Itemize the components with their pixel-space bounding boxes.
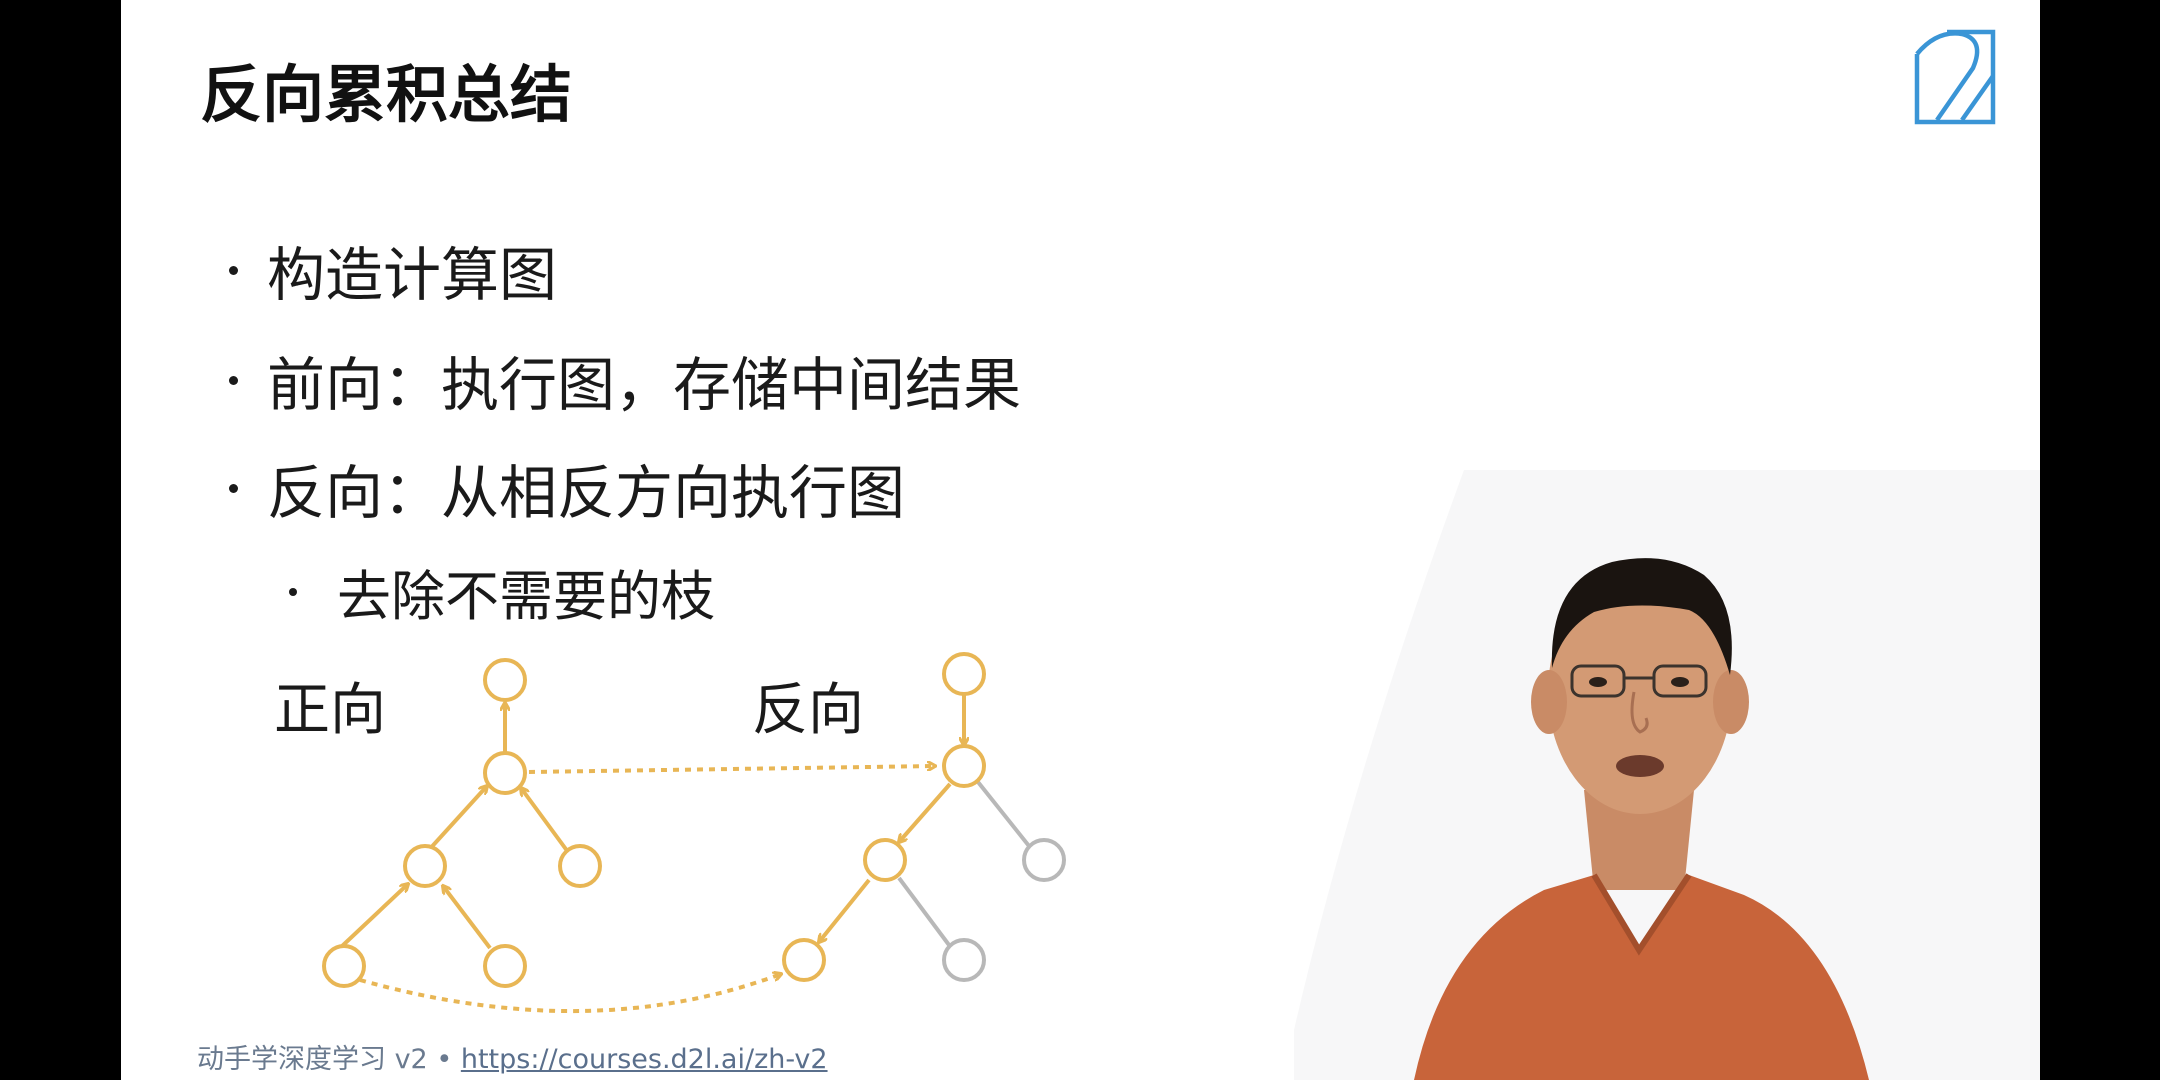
graph-node (558, 844, 602, 888)
backward-graph (819, 694, 1031, 947)
forward-dotted-edge (528, 766, 935, 774)
forward-edge (443, 886, 492, 950)
presenter-figure (1294, 470, 2040, 1080)
graph-node (942, 938, 986, 982)
backward-edge (819, 878, 871, 942)
pruned-edge (897, 876, 951, 947)
forward-dotted-edge (359, 974, 781, 1014)
graph-node (942, 652, 986, 696)
graph-node (782, 938, 826, 982)
graph-node (1022, 838, 1066, 882)
graph-node (483, 658, 527, 702)
pruned-edge (976, 780, 1031, 848)
forward-nodes (322, 658, 602, 988)
graph-node (863, 838, 907, 882)
course-link[interactable]: https://courses.d2l.ai/zh-v2 (461, 1044, 828, 1075)
forward-edge (338, 884, 408, 950)
graph-node (403, 844, 447, 888)
backward-edge (899, 782, 952, 842)
graph-node (942, 744, 986, 788)
slide-footer: 动手学深度学习 v2 • https://courses.d2l.ai/zh-v… (197, 1037, 828, 1076)
forward-edge (521, 788, 570, 854)
graph-node (322, 944, 366, 988)
presenter-video (1294, 470, 2040, 1080)
video-frame: 反向累积总结 构造计算图 前向：执行图，存储中间结果 反向：从相反方向执行图 去… (0, 0, 2160, 1080)
forward-edge (425, 786, 487, 854)
course-name: 动手学深度学习 v2 • (197, 1044, 461, 1075)
graph-node (483, 751, 527, 795)
graph-node (483, 944, 527, 988)
